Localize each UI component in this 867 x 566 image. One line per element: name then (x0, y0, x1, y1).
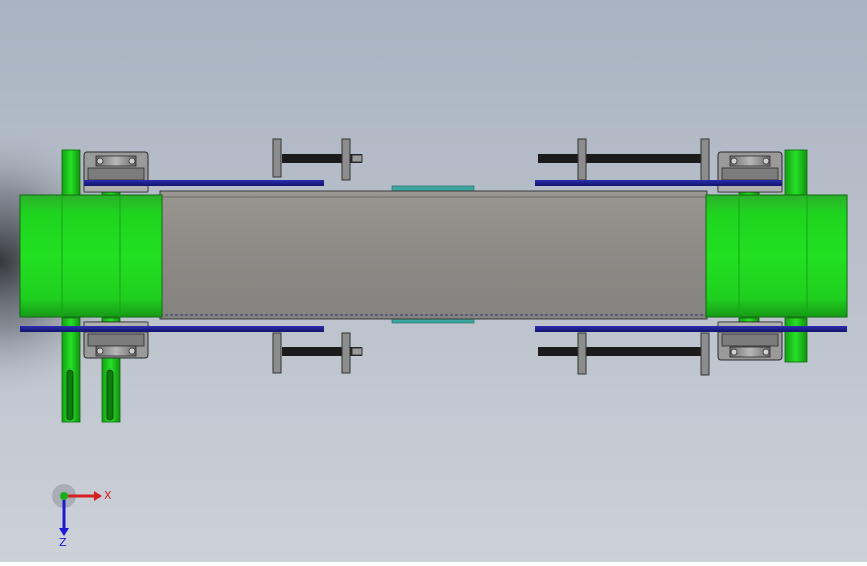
z-axis-arrow-head (59, 528, 69, 536)
x-axis-label: X (104, 489, 112, 502)
x-axis-arrow-head (94, 491, 102, 501)
roller-right (705, 194, 848, 318)
roller-left (19, 194, 163, 318)
cad-viewport[interactable] (0, 0, 867, 562)
orientation-triad: X Z (52, 484, 112, 549)
z-axis-label: Z (59, 536, 67, 549)
conveyor-belt (159, 185, 708, 324)
y-axis-dot (60, 492, 68, 500)
conveyor-model-view (0, 0, 867, 562)
